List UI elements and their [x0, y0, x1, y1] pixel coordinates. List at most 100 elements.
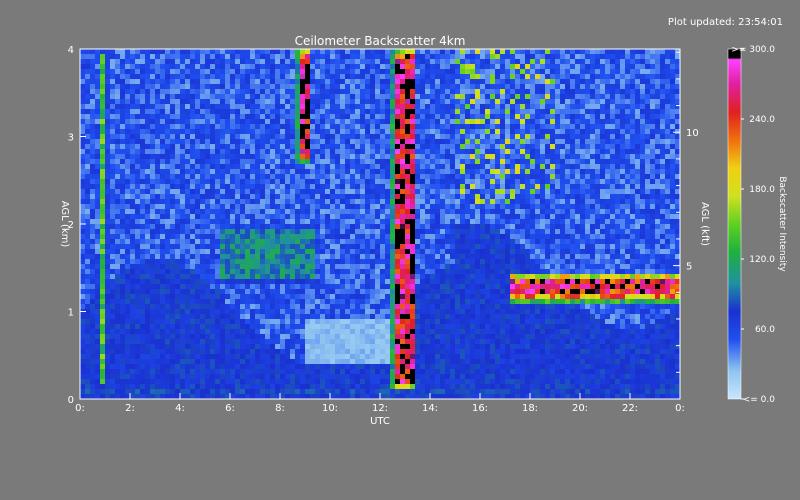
heatmap-cell — [130, 169, 136, 175]
heatmap-cell — [85, 179, 91, 185]
heatmap-cell — [225, 204, 231, 210]
heatmap-cell — [420, 379, 426, 385]
heatmap-cell — [210, 229, 216, 235]
heatmap-cell — [135, 174, 141, 180]
heatmap-cell — [420, 224, 426, 230]
heatmap-cell — [335, 384, 341, 390]
heatmap-cell — [225, 294, 231, 300]
heatmap-cell — [195, 159, 201, 165]
heatmap-cell — [295, 184, 301, 190]
heatmap-cell — [240, 99, 246, 105]
heatmap-cell — [370, 54, 376, 60]
heatmap-cell — [420, 289, 426, 295]
heatmap-cell — [210, 274, 216, 280]
heatmap-cell — [90, 94, 96, 100]
heatmap-cell — [335, 154, 341, 160]
heatmap-cell — [265, 49, 271, 55]
heatmap-cell — [365, 109, 371, 115]
heatmap-cell — [430, 239, 436, 245]
heatmap-cell — [230, 114, 236, 120]
heatmap-cell — [280, 69, 286, 75]
heatmap-cell — [95, 154, 101, 160]
heatmap-cell — [250, 359, 256, 365]
heatmap-cell — [270, 179, 276, 185]
heatmap-cell — [190, 244, 196, 250]
heatmap-cell — [185, 274, 191, 280]
heatmap-cell — [145, 304, 151, 310]
heatmap-cell — [320, 334, 326, 340]
heatmap-cell — [390, 279, 396, 285]
heatmap-cell — [410, 254, 416, 260]
heatmap-cell — [220, 294, 226, 300]
heatmap-cell — [115, 119, 121, 125]
heatmap-cell — [260, 214, 266, 220]
heatmap-cell — [290, 64, 296, 70]
heatmap-cell — [155, 189, 161, 195]
heatmap-cell — [180, 349, 186, 355]
heatmap-cell — [215, 159, 221, 165]
heatmap-cell — [140, 299, 146, 305]
heatmap-cell — [350, 69, 356, 75]
heatmap-cell — [100, 364, 106, 370]
heatmap-cell — [240, 294, 246, 300]
heatmap-cell — [220, 179, 226, 185]
heatmap-cell — [320, 79, 326, 85]
heatmap-cell — [415, 154, 421, 160]
heatmap-cell — [135, 254, 141, 260]
heatmap-cell — [380, 224, 386, 230]
heatmap-cell — [355, 94, 361, 100]
heatmap-cell — [320, 64, 326, 70]
heatmap-cell — [245, 89, 251, 95]
heatmap-cell — [415, 89, 421, 95]
heatmap-cell — [380, 319, 386, 325]
heatmap-cell — [135, 364, 141, 370]
heatmap-cell — [260, 144, 266, 150]
heatmap-cell — [315, 254, 321, 260]
heatmap-cell — [420, 94, 426, 100]
heatmap-cell — [110, 374, 116, 380]
heatmap-cell — [360, 79, 366, 85]
heatmap-cell — [95, 339, 101, 345]
heatmap-cell — [390, 214, 396, 220]
heatmap-cell — [110, 384, 116, 390]
heatmap-cell — [255, 99, 261, 105]
heatmap-cell — [145, 264, 151, 270]
heatmap-cell — [315, 89, 321, 95]
heatmap-cell — [335, 219, 341, 225]
heatmap-cell — [425, 69, 431, 75]
heatmap-cell — [250, 259, 256, 265]
heatmap-cell — [375, 334, 381, 340]
heatmap-cell — [80, 189, 86, 195]
heatmap-cell — [170, 384, 176, 390]
heatmap-cell — [215, 219, 221, 225]
heatmap-cell — [95, 139, 101, 145]
heatmap-cell — [320, 169, 326, 175]
heatmap-cell — [185, 364, 191, 370]
heatmap-cell — [270, 119, 276, 125]
heatmap-cell — [175, 324, 181, 330]
heatmap-cell — [215, 64, 221, 70]
heatmap-cell — [285, 214, 291, 220]
heatmap-cell — [370, 124, 376, 130]
heatmap-cell — [340, 304, 346, 310]
heatmap-cell — [365, 264, 371, 270]
heatmap-cell — [330, 174, 336, 180]
heatmap-cell — [105, 299, 111, 305]
heatmap-cell — [155, 304, 161, 310]
heatmap-cell — [160, 59, 166, 65]
heatmap-cell — [205, 214, 211, 220]
heatmap-cell — [435, 69, 441, 75]
heatmap-cell — [320, 134, 326, 140]
heatmap-cell — [185, 304, 191, 310]
heatmap-cell — [290, 389, 296, 395]
heatmap-cell — [235, 314, 241, 320]
heatmap-cell — [150, 264, 156, 270]
heatmap-cell — [145, 249, 151, 255]
heatmap-cell — [200, 59, 206, 65]
heatmap-cell — [330, 59, 336, 65]
heatmap-cell — [95, 264, 101, 270]
heatmap-cell — [345, 239, 351, 245]
heatmap-cell — [245, 254, 251, 260]
heatmap-cell — [285, 279, 291, 285]
heatmap-cell — [195, 379, 201, 385]
